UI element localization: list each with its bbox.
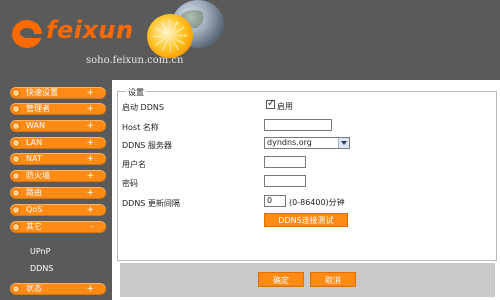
expand-icon: + — [86, 138, 94, 148]
sidebar-item-label: LAN — [26, 138, 43, 147]
ddns-server-select[interactable]: dyndns.org — [264, 137, 350, 149]
sidebar: 快速设置 + 管理者 + WAN + LAN + NAT + 防火墙 + 路由 … — [0, 80, 112, 300]
sidebar-item-label: 其它 — [26, 222, 42, 231]
footer-bar: 确定 取消 — [120, 263, 495, 297]
bullet-icon — [12, 105, 20, 113]
password-label: 密码 — [122, 179, 138, 188]
bullet-icon — [12, 139, 20, 147]
username-label: 用户名 — [122, 160, 146, 169]
expand-icon: + — [86, 88, 94, 98]
host-name-input[interactable] — [264, 119, 332, 131]
expand-icon: + — [86, 188, 94, 198]
bullet-icon — [12, 285, 20, 293]
sidebar-item-label: 管理者 — [26, 104, 50, 113]
expand-icon: + — [86, 205, 94, 215]
sidebar-item-label: 路由 — [26, 188, 42, 197]
ddns-server-selected: dyndns.org — [267, 138, 312, 147]
update-interval-input[interactable]: 0 — [264, 195, 286, 207]
brand-name: feixun — [46, 16, 134, 44]
bullet-icon — [12, 206, 20, 214]
username-input[interactable] — [264, 156, 306, 168]
ddns-connection-test-button[interactable]: DDNS连接测试 — [264, 213, 348, 227]
main-content: 设置 启动 DDNS 启用 Host 名称 DDNS 服务器 dyndns.or… — [112, 80, 500, 300]
sidebar-item-administrator[interactable]: 管理者 + — [10, 103, 106, 115]
chevron-down-icon — [338, 138, 349, 148]
sidebar-item-nat[interactable]: NAT + — [10, 153, 106, 165]
sidebar-item-status[interactable]: 状态 + — [10, 283, 106, 295]
expand-icon: + — [86, 171, 94, 181]
sidebar-item-label: NAT — [26, 154, 42, 163]
expand-icon: + — [86, 104, 94, 114]
feixun-logo-icon — [12, 20, 42, 48]
confirm-button[interactable]: 确定 — [258, 272, 304, 287]
bullet-icon — [12, 223, 20, 231]
sidebar-item-label: QoS — [26, 205, 43, 214]
fieldset-title: 设置 — [126, 87, 146, 98]
sidebar-item-qos[interactable]: QoS + — [10, 204, 106, 216]
sidebar-item-label: WAN — [26, 121, 45, 130]
enable-ddns-label: 启动 DDNS — [122, 103, 164, 112]
settings-fieldset — [117, 91, 497, 261]
host-name-label: Host 名称 — [122, 123, 159, 132]
sidebar-item-label: 防火墙 — [26, 171, 50, 180]
sidebar-item-lan[interactable]: LAN + — [10, 137, 106, 149]
expand-icon: + — [86, 154, 94, 164]
bullet-icon — [12, 189, 20, 197]
ddns-server-label: DDNS 服务器 — [122, 141, 172, 150]
update-interval-hint: (0-86400)分钟 — [289, 198, 345, 207]
collapse-icon: - — [90, 222, 94, 232]
header: feixun soho.feixun.com.cn — [0, 0, 500, 80]
sidebar-subitem-ddns[interactable]: DDNS — [30, 264, 53, 273]
expand-icon: + — [86, 121, 94, 131]
cancel-button[interactable]: 取消 — [310, 272, 356, 287]
bullet-icon — [12, 172, 20, 180]
enable-ddns-checkbox[interactable] — [266, 98, 275, 109]
sidebar-item-quick-setup[interactable]: 快速设置 + — [10, 87, 106, 99]
update-interval-label: DDNS 更新间隔 — [122, 199, 180, 208]
sidebar-item-label: 快速设置 — [26, 88, 58, 97]
bullet-icon — [12, 89, 20, 97]
bullet-icon — [12, 122, 20, 130]
sidebar-item-routing[interactable]: 路由 + — [10, 187, 106, 199]
sidebar-item-other[interactable]: 其它 - — [10, 221, 106, 233]
sidebar-item-wan[interactable]: WAN + — [10, 120, 106, 132]
enable-ddns-checkbox-label: 启用 — [277, 102, 293, 111]
sidebar-subitem-upnp[interactable]: UPnP — [30, 247, 50, 256]
sidebar-item-label: 状态 — [26, 284, 42, 293]
bullet-icon — [12, 155, 20, 163]
sidebar-item-firewall[interactable]: 防火墙 + — [10, 170, 106, 182]
password-input[interactable] — [264, 175, 306, 187]
expand-icon: + — [86, 284, 94, 294]
